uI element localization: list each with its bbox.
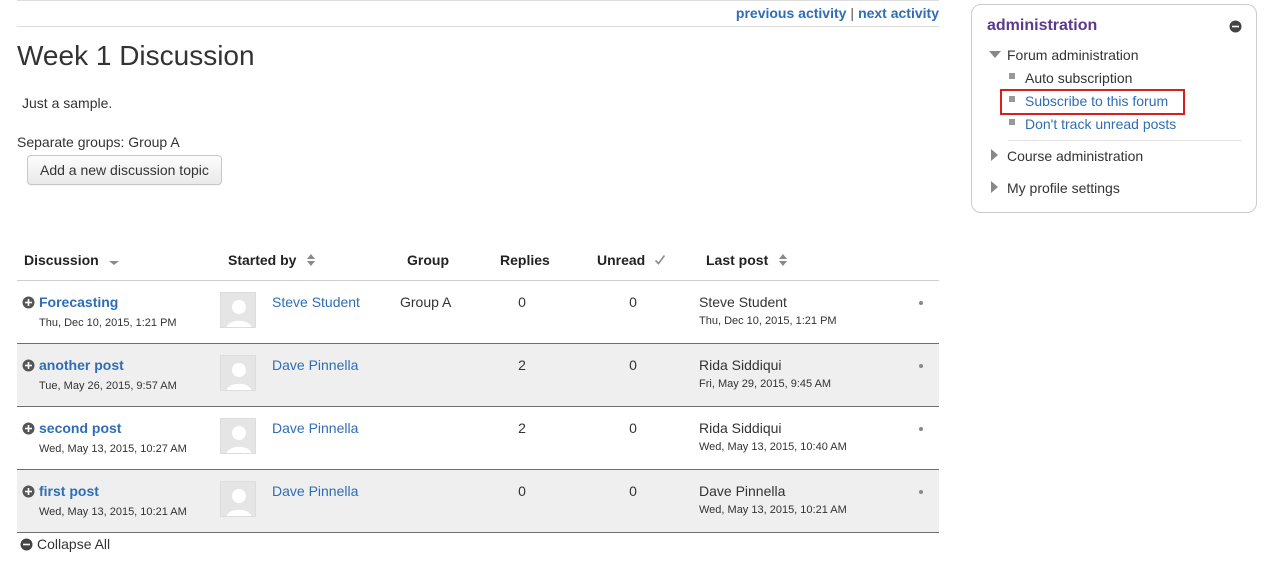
discussion-table: Discussion Started by Group Replies Unre… bbox=[17, 240, 939, 533]
unread-count: 0 bbox=[629, 420, 637, 436]
unread-count: 0 bbox=[629, 483, 637, 499]
plus-circle-icon[interactable] bbox=[22, 296, 35, 309]
replies-count: 2 bbox=[518, 357, 526, 373]
default-user-avatar bbox=[226, 363, 252, 390]
bullet-icon bbox=[1009, 73, 1015, 79]
activity-nav: previous activity | next activity bbox=[736, 5, 939, 21]
header-discussion[interactable]: Discussion bbox=[24, 252, 120, 268]
replies-count: 2 bbox=[518, 420, 526, 436]
table-row: second post Wed, May 13, 2015, 10:27 AM … bbox=[17, 407, 939, 470]
avatar[interactable] bbox=[220, 481, 256, 517]
topic-date: Wed, May 13, 2015, 10:21 AM bbox=[39, 506, 187, 518]
header-unread: Unread bbox=[597, 252, 666, 268]
last-post-author: Dave Pinnella bbox=[699, 483, 786, 499]
header-started-by[interactable]: Started by bbox=[228, 252, 317, 268]
top-divider bbox=[17, 0, 939, 1]
discussion-topic-link[interactable]: second post bbox=[39, 420, 121, 436]
page-title: Week 1 Discussion bbox=[17, 40, 255, 71]
avatar[interactable] bbox=[220, 418, 256, 454]
minus-circle-icon[interactable] bbox=[1229, 20, 1242, 33]
sort-updown-icon bbox=[779, 254, 788, 266]
minus-circle-icon bbox=[20, 538, 33, 551]
header-unread-label: Unread bbox=[597, 252, 646, 268]
table-header: Discussion Started by Group Replies Unre… bbox=[17, 240, 939, 281]
plus-circle-icon[interactable] bbox=[22, 359, 35, 372]
topic-date: Wed, May 13, 2015, 10:27 AM bbox=[39, 443, 187, 455]
check-icon bbox=[655, 255, 666, 265]
author-link[interactable]: Steve Student bbox=[272, 294, 360, 310]
highlight-box bbox=[1000, 89, 1185, 115]
collapsed-triangle-icon bbox=[991, 149, 998, 161]
collapsed-triangle-icon bbox=[991, 181, 998, 193]
unread-count: 0 bbox=[629, 357, 637, 373]
default-user-avatar bbox=[226, 426, 252, 453]
default-user-avatar bbox=[226, 300, 252, 327]
last-post-author: Rida Siddiqui bbox=[699, 420, 782, 436]
header-last-post[interactable]: Last post bbox=[706, 252, 789, 268]
header-started-by-label: Started by bbox=[228, 252, 297, 268]
last-post-author: Steve Student bbox=[699, 294, 787, 310]
avatar[interactable] bbox=[220, 355, 256, 391]
admin-block-title: administration bbox=[987, 17, 1098, 34]
discussion-topic-link[interactable]: another post bbox=[39, 357, 124, 373]
header-replies: Replies bbox=[500, 252, 550, 268]
author-link[interactable]: Dave Pinnella bbox=[272, 483, 358, 499]
collapse-all-button[interactable]: Collapse All bbox=[20, 536, 110, 552]
discussion-topic-link[interactable]: Forecasting bbox=[39, 294, 118, 310]
last-post-author: Rida Siddiqui bbox=[699, 357, 782, 373]
bullet-icon bbox=[1009, 119, 1015, 125]
course-administration-node[interactable]: Course administration bbox=[1007, 148, 1143, 164]
group-cell: Group A bbox=[400, 294, 452, 310]
row-action-dot bbox=[919, 427, 923, 431]
previous-activity-link[interactable]: previous activity bbox=[736, 5, 847, 21]
topic-date: Tue, May 26, 2015, 9:57 AM bbox=[39, 380, 177, 392]
author-link[interactable]: Dave Pinnella bbox=[272, 357, 358, 373]
row-action-dot bbox=[919, 301, 923, 305]
expanded-triangle-icon bbox=[989, 51, 1001, 58]
avatar[interactable] bbox=[220, 292, 256, 328]
collapse-all-label: Collapse All bbox=[37, 536, 111, 552]
nav-separator: | bbox=[850, 5, 855, 21]
forum-administration-node[interactable]: Forum administration bbox=[1007, 47, 1139, 63]
dont-track-unread-link[interactable]: Don't track unread posts bbox=[1025, 116, 1176, 132]
groups-selector-label: Separate groups: Group A bbox=[17, 134, 180, 150]
add-discussion-topic-button[interactable]: Add a new discussion topic bbox=[27, 155, 222, 185]
profile-settings-node[interactable]: My profile settings bbox=[1007, 180, 1120, 196]
discussion-topic-link[interactable]: first post bbox=[39, 483, 99, 499]
header-last-post-label: Last post bbox=[706, 252, 769, 268]
last-post-date: Wed, May 13, 2015, 10:21 AM bbox=[699, 504, 847, 516]
table-row: first post Wed, May 13, 2015, 10:21 AM D… bbox=[17, 470, 939, 533]
last-post-date: Thu, Dec 10, 2015, 1:21 PM bbox=[699, 315, 837, 327]
default-user-avatar bbox=[226, 489, 252, 516]
plus-circle-icon[interactable] bbox=[22, 485, 35, 498]
row-action-dot bbox=[919, 490, 923, 494]
plus-circle-icon[interactable] bbox=[22, 422, 35, 435]
topic-date: Thu, Dec 10, 2015, 1:21 PM bbox=[39, 317, 177, 329]
sort-updown-icon bbox=[307, 254, 316, 266]
administration-block: administration Forum administration Auto… bbox=[971, 4, 1257, 213]
header-discussion-label: Discussion bbox=[24, 252, 99, 268]
last-post-date: Wed, May 13, 2015, 10:40 AM bbox=[699, 441, 847, 453]
admin-divider bbox=[1008, 140, 1242, 141]
sort-desc-icon bbox=[108, 261, 119, 265]
unread-count: 0 bbox=[629, 294, 637, 310]
title-divider bbox=[17, 26, 939, 27]
row-action-dot bbox=[919, 364, 923, 368]
header-group: Group bbox=[407, 252, 449, 268]
replies-count: 0 bbox=[518, 294, 526, 310]
table-row: Forecasting Thu, Dec 10, 2015, 1:21 PM S… bbox=[17, 281, 939, 344]
last-post-date: Fri, May 29, 2015, 9:45 AM bbox=[699, 378, 832, 390]
next-activity-link[interactable]: next activity bbox=[858, 5, 939, 21]
replies-count: 0 bbox=[518, 483, 526, 499]
forum-intro: Just a sample. bbox=[22, 95, 113, 111]
auto-subscription-item: Auto subscription bbox=[1025, 70, 1133, 86]
author-link[interactable]: Dave Pinnella bbox=[272, 420, 358, 436]
table-row: another post Tue, May 26, 2015, 9:57 AM … bbox=[17, 344, 939, 407]
